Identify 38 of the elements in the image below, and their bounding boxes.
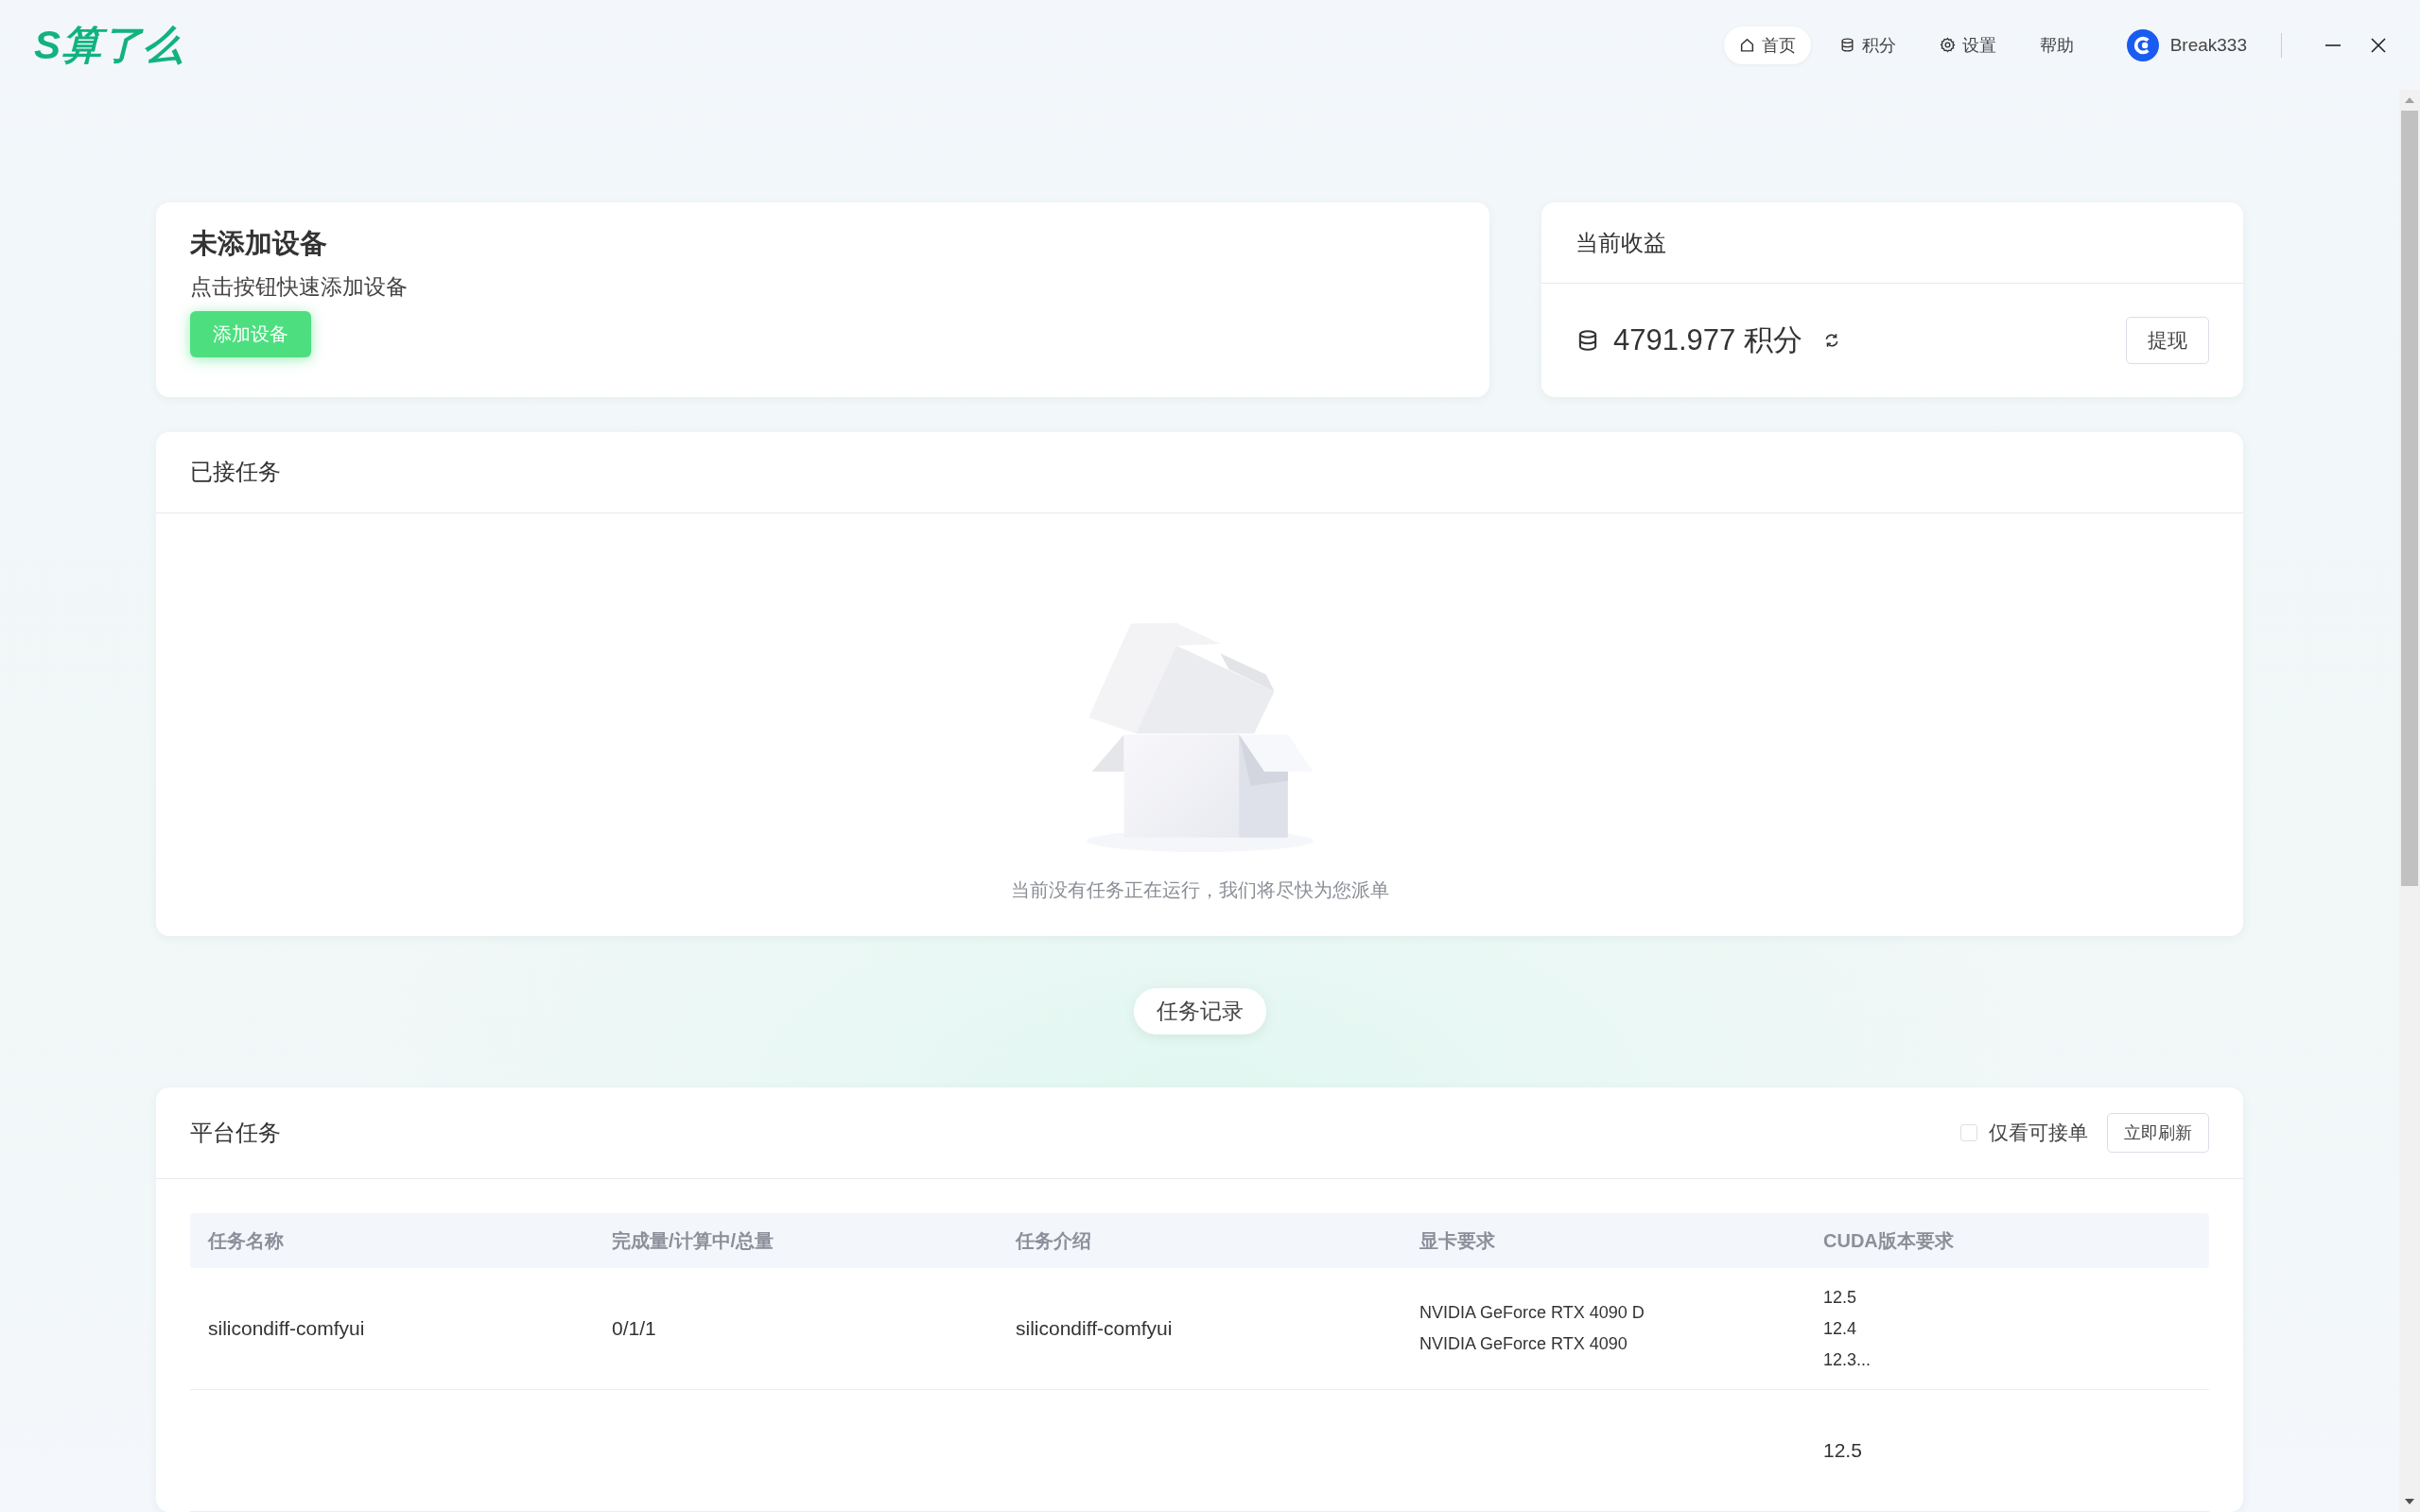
coins-icon — [1838, 37, 1855, 53]
card-subtitle: 点击按钮快速添加设备 — [190, 272, 409, 301]
table-cell-text: 12.5 — [1823, 1439, 1863, 1462]
table-cell-text: silicondiff-comfyui — [208, 1317, 366, 1340]
empty-message: 当前没有任务正在运行，我们将尽快为您派单 — [1010, 878, 1389, 902]
table-cell-text: 12.3... — [1823, 1349, 1872, 1370]
column-header: 显卡要求 — [1419, 1228, 1496, 1253]
card-title: 已接任务 — [190, 458, 281, 487]
refresh-button[interactable]: 立即刷新 — [2107, 1113, 2209, 1153]
column-header: 任务介绍 — [1014, 1228, 1092, 1253]
nav-tab[interactable]: 积分 — [1823, 26, 1911, 64]
checkbox[interactable] — [1960, 1124, 1977, 1141]
table-cell-text: silicondiff-comfyui — [1016, 1317, 1174, 1340]
card-title: 当前收益 — [1576, 228, 1666, 257]
table-cell-text: NVIDIA GeForce RTX 4090 — [1419, 1334, 1628, 1354]
filter-checkbox[interactable]: 仅看可接单 — [1960, 1120, 2088, 1146]
avatar-icon — [2126, 28, 2159, 61]
nav-tab[interactable]: 设置 — [1924, 26, 2011, 64]
table-cell-text: 12.5 — [1823, 1287, 1858, 1308]
scrollbar[interactable] — [2399, 90, 2420, 1512]
home-icon — [1738, 37, 1755, 53]
column-header: 任务名称 — [206, 1228, 285, 1253]
column-header: 完成量/计算中/总量 — [611, 1228, 775, 1253]
table-cell-text: 12.4 — [1823, 1318, 1858, 1339]
table-cell-text: 0/1/1 — [612, 1317, 657, 1340]
user-menu[interactable]: Break333 — [2126, 28, 2247, 61]
settings-icon — [1939, 37, 1956, 53]
task-history-button[interactable]: 任务记录 — [1133, 988, 1266, 1034]
nav-tab[interactable]: 首页 — [1723, 26, 1811, 64]
close-icon[interactable] — [2369, 35, 2388, 55]
card-title: 平台任务 — [190, 1119, 281, 1147]
app-logo: S算了么 — [34, 21, 183, 69]
withdraw-button[interactable]: 提现 — [2126, 316, 2209, 364]
points-balance: 4791.977 积分 — [1613, 322, 1802, 358]
table-cell-text: NVIDIA GeForce RTX 4090 D — [1419, 1303, 1645, 1323]
column-header: CUDA版本要求 — [1822, 1228, 1955, 1253]
card-title: 未添加设备 — [190, 227, 328, 260]
nav-tab[interactable]: 帮助 — [2024, 26, 2089, 64]
